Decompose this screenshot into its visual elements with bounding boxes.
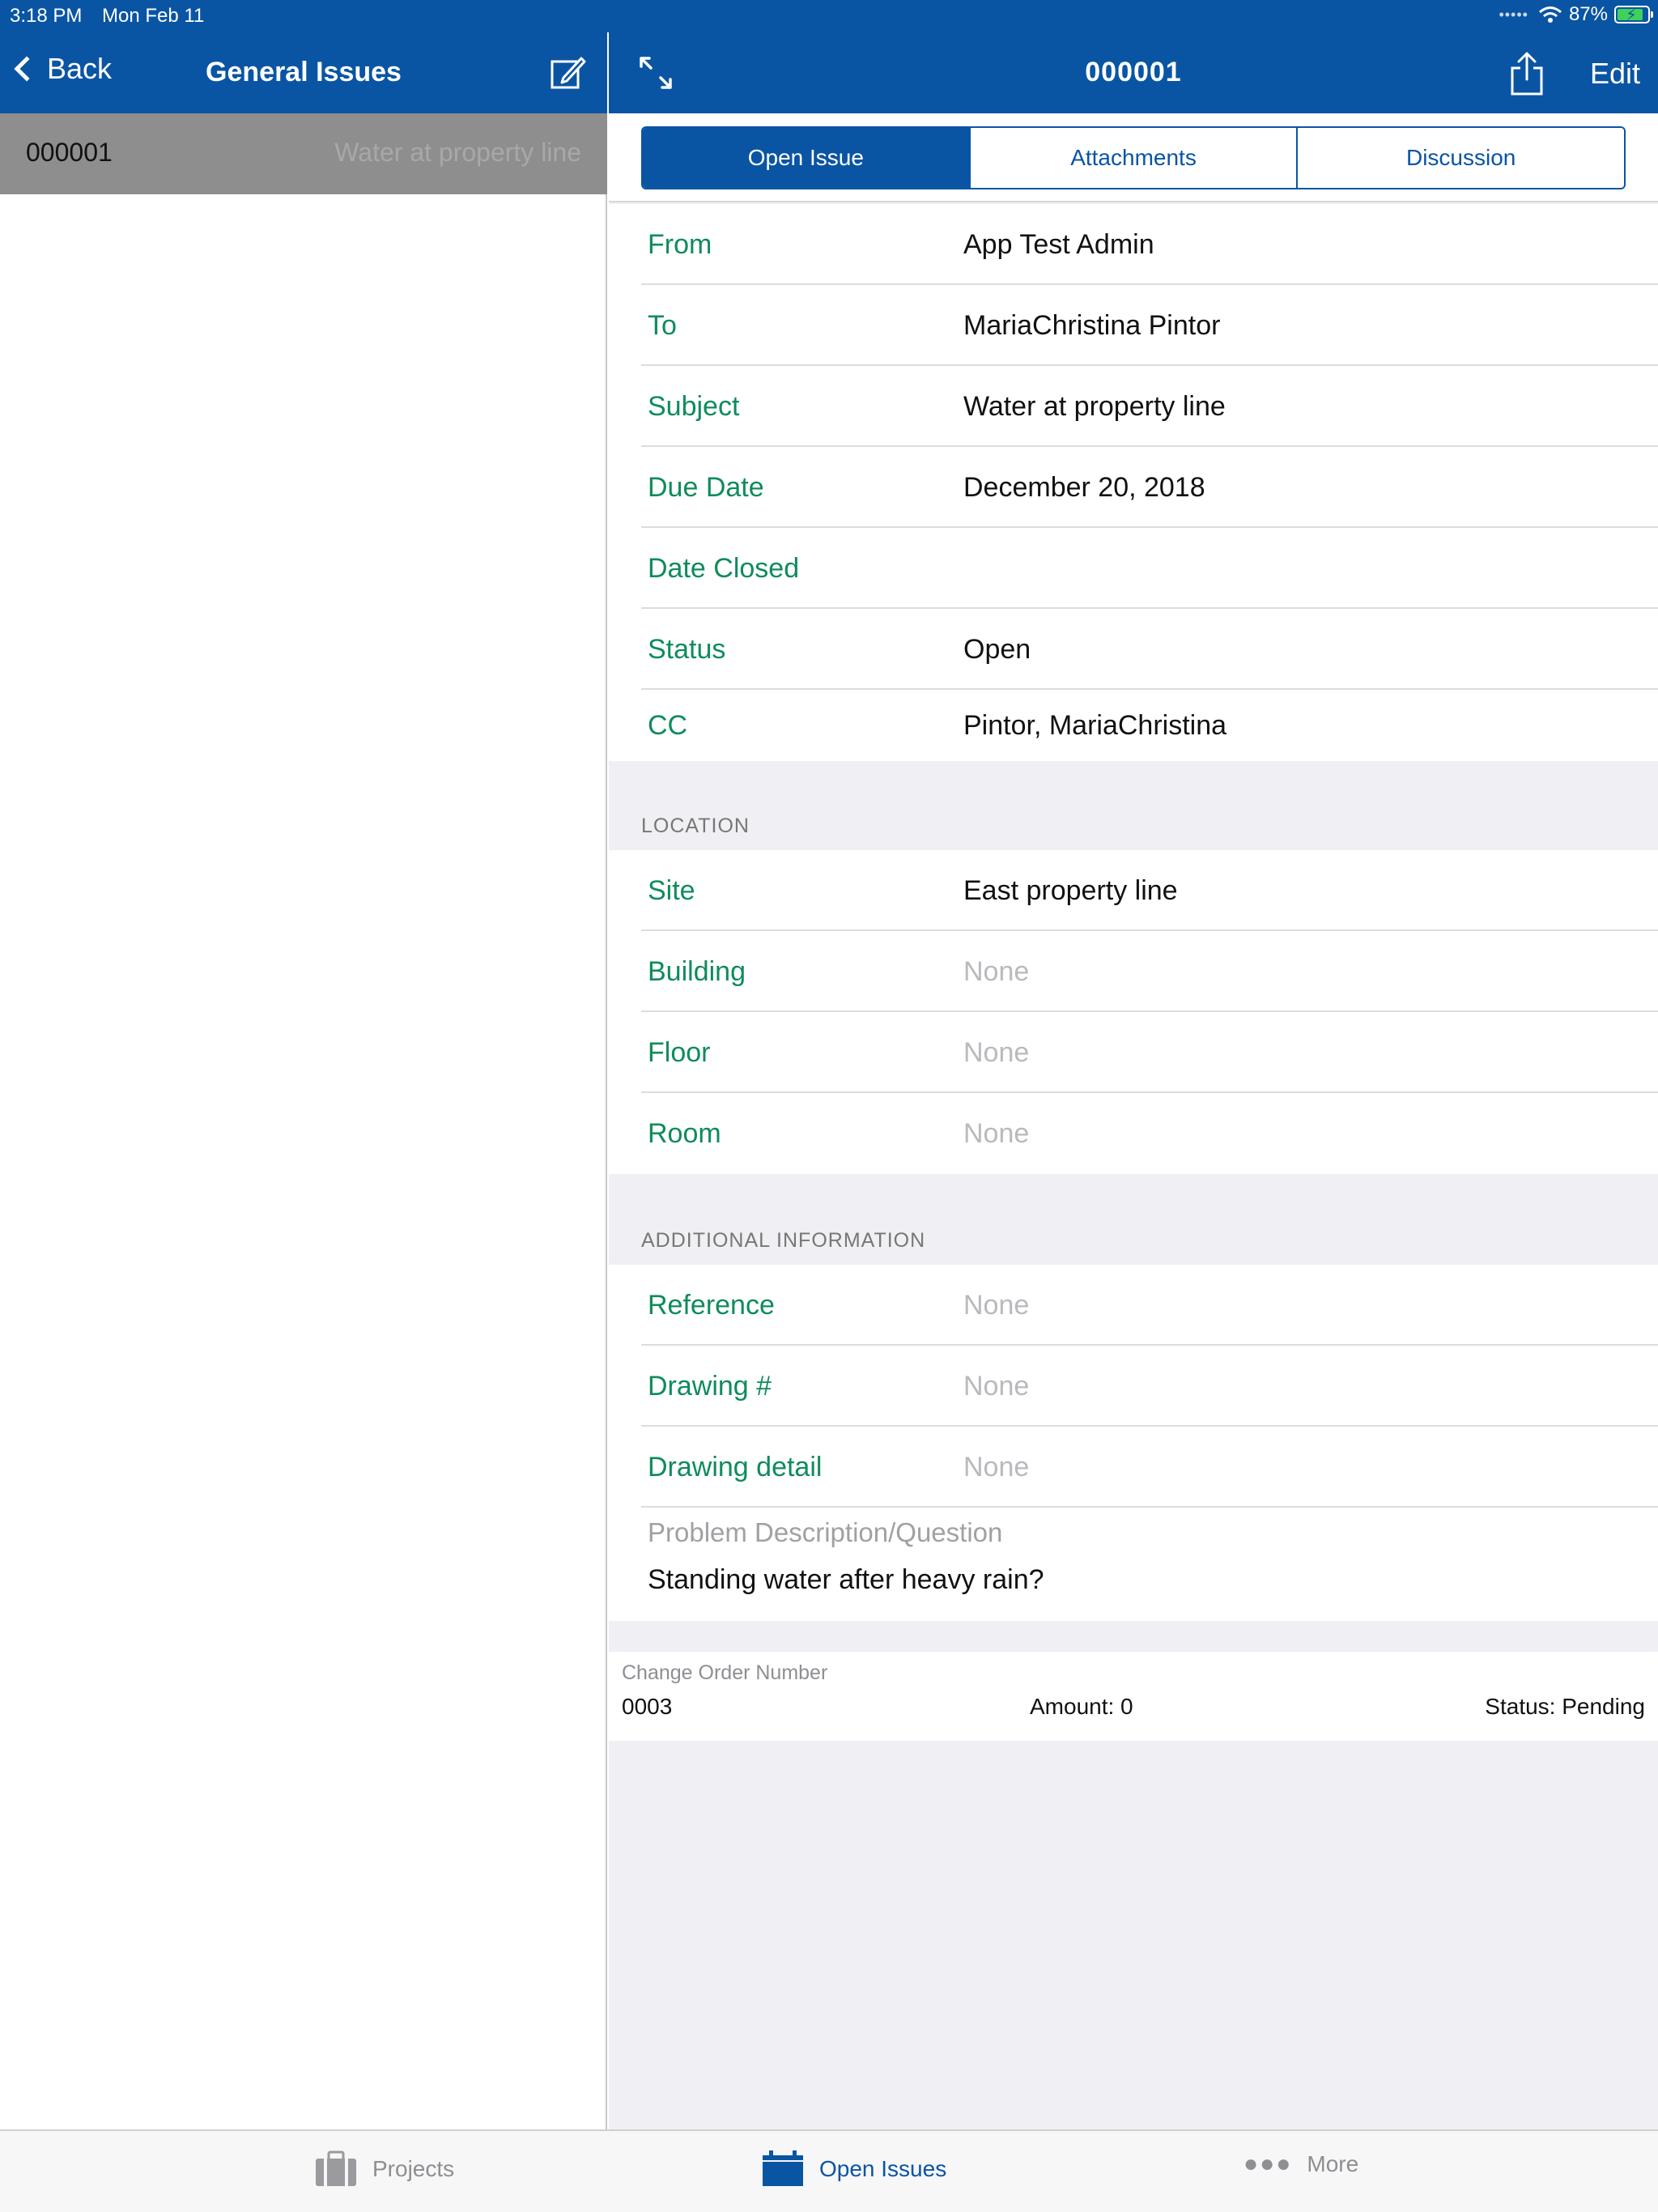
field-value: None: [963, 1117, 1030, 1149]
issue-subject: Water at property line: [334, 138, 581, 167]
field-label: Reference: [648, 1289, 775, 1321]
master-title: General Issues: [206, 57, 402, 87]
field-value: None: [963, 1451, 1030, 1482]
field-subject[interactable]: Subject Water at property line: [609, 366, 1658, 447]
compose-icon[interactable]: [549, 53, 588, 92]
tab-attachments[interactable]: Attachments: [970, 128, 1299, 188]
battery-icon: ⚡: [1614, 6, 1653, 24]
field-value: None: [963, 1289, 1030, 1321]
field-value: None: [963, 1036, 1030, 1068]
edit-button[interactable]: Edit: [1590, 57, 1640, 91]
field-to[interactable]: To MariaChristina Pintor: [609, 285, 1658, 366]
tab-discussion[interactable]: Discussion: [1298, 128, 1624, 188]
field-label: Room: [648, 1117, 721, 1149]
field-label: Status: [648, 633, 726, 665]
additional-info-section: Reference None Drawing # None Drawing de…: [609, 1265, 1658, 1621]
change-order-card[interactable]: Change Order Number 0003 Amount: 0 Statu…: [609, 1652, 1658, 1741]
field-value: MariaChristina Pintor: [963, 309, 1221, 341]
additional-info-header: ADDITIONAL INFORMATION: [641, 1229, 926, 1252]
calendar-icon: [763, 2150, 803, 2186]
change-order-number: 0003: [622, 1694, 673, 1719]
problem-description[interactable]: Problem Description/Question Standing wa…: [609, 1508, 1658, 1621]
tab-open-issues[interactable]: Open Issues: [761, 2150, 946, 2188]
field-label: Site: [648, 874, 695, 906]
field-value: Open: [963, 633, 1031, 665]
field-label: Floor: [648, 1036, 711, 1068]
wifi-icon: [1538, 6, 1562, 23]
change-order-label: Change Order Number: [622, 1661, 828, 1684]
status-date: Mon Feb 11: [102, 5, 205, 27]
field-due-date[interactable]: Due Date December 20, 2018: [609, 447, 1658, 528]
tab-bar: Projects Open Issues ●●● More: [0, 2129, 1658, 2212]
field-label: Drawing detail: [648, 1451, 823, 1482]
issue-number: 000001: [26, 138, 113, 167]
tab-label: Projects: [372, 2156, 455, 2181]
list-item[interactable]: 000001 Water at property line: [0, 113, 607, 194]
more-dots-icon: ●●●: [1244, 2150, 1293, 2177]
field-label: CC: [648, 709, 688, 741]
segment-bar: Open Issue Attachments Discussion: [609, 113, 1658, 202]
field-value: Water at property line: [963, 390, 1226, 422]
segmented-control: Open Issue Attachments Discussion: [641, 126, 1626, 189]
field-room[interactable]: Room None: [609, 1093, 1658, 1174]
status-indicators: ••••• 87% ⚡: [1499, 3, 1653, 26]
field-drawing-detail[interactable]: Drawing detail None: [609, 1427, 1658, 1508]
field-floor[interactable]: Floor None: [609, 1012, 1658, 1093]
tab-projects[interactable]: Projects: [314, 2150, 454, 2188]
field-label: Due Date: [648, 471, 764, 503]
issue-fields: From App Test Admin To MariaChristina Pi…: [609, 204, 1658, 761]
master-nav-bar: Back General Issues: [0, 32, 607, 113]
location-section: Site East property line Building None Fl…: [609, 850, 1658, 1174]
share-icon[interactable]: [1509, 50, 1545, 96]
issue-title: 000001: [1085, 57, 1182, 87]
problem-description-text: Standing water after heavy rain?: [648, 1564, 1044, 1595]
field-value: Pintor, MariaChristina: [963, 709, 1227, 741]
change-order-status: Status: Pending: [1485, 1694, 1645, 1719]
tab-open-issue[interactable]: Open Issue: [643, 128, 971, 188]
field-label: To: [648, 309, 677, 341]
location-header: LOCATION: [641, 815, 750, 837]
field-label: Drawing #: [648, 1370, 772, 1402]
status-bar: 3:18 PM Mon Feb 11 ••••• 87% ⚡: [0, 0, 1658, 32]
tab-label: Open Issues: [819, 2156, 947, 2181]
field-label: Subject: [648, 390, 740, 422]
charging-bolt-icon: ⚡: [1626, 6, 1638, 24]
field-date-closed[interactable]: Date Closed: [609, 528, 1658, 609]
field-reference[interactable]: Reference None: [609, 1265, 1658, 1346]
field-from[interactable]: From App Test Admin: [609, 204, 1658, 285]
field-value: December 20, 2018: [963, 471, 1205, 503]
field-value: None: [963, 1370, 1030, 1402]
problem-description-label: Problem Description/Question: [648, 1517, 1003, 1547]
field-value: None: [963, 955, 1030, 987]
status-time: 3:18 PM: [10, 5, 83, 27]
detail-pane: 000001 Edit Open Issue Attachments Discu…: [609, 0, 1658, 2129]
field-site[interactable]: Site East property line: [609, 850, 1658, 931]
detail-nav-bar: 000001 Edit: [609, 32, 1658, 113]
field-value: App Test Admin: [963, 228, 1154, 260]
battery-percent: 87%: [1568, 3, 1608, 25]
field-cc[interactable]: CC Pintor, MariaChristina: [609, 690, 1658, 761]
field-value: East property line: [963, 874, 1178, 906]
field-building[interactable]: Building None: [609, 931, 1658, 1012]
change-order-amount: Amount: 0: [1030, 1694, 1133, 1719]
field-drawing-number[interactable]: Drawing # None: [609, 1346, 1658, 1427]
master-pane: Back General Issues 000001 Water at prop…: [0, 0, 607, 2129]
field-status[interactable]: Status Open: [609, 609, 1658, 690]
field-label: From: [648, 228, 712, 260]
field-label: Date Closed: [648, 552, 800, 584]
field-label: Building: [648, 955, 746, 987]
tab-more[interactable]: ●●● More: [1244, 2150, 1358, 2178]
tab-label: More: [1307, 2151, 1359, 2176]
signal-dots-icon: •••••: [1499, 6, 1528, 23]
briefcase-icon: [316, 2150, 356, 2186]
